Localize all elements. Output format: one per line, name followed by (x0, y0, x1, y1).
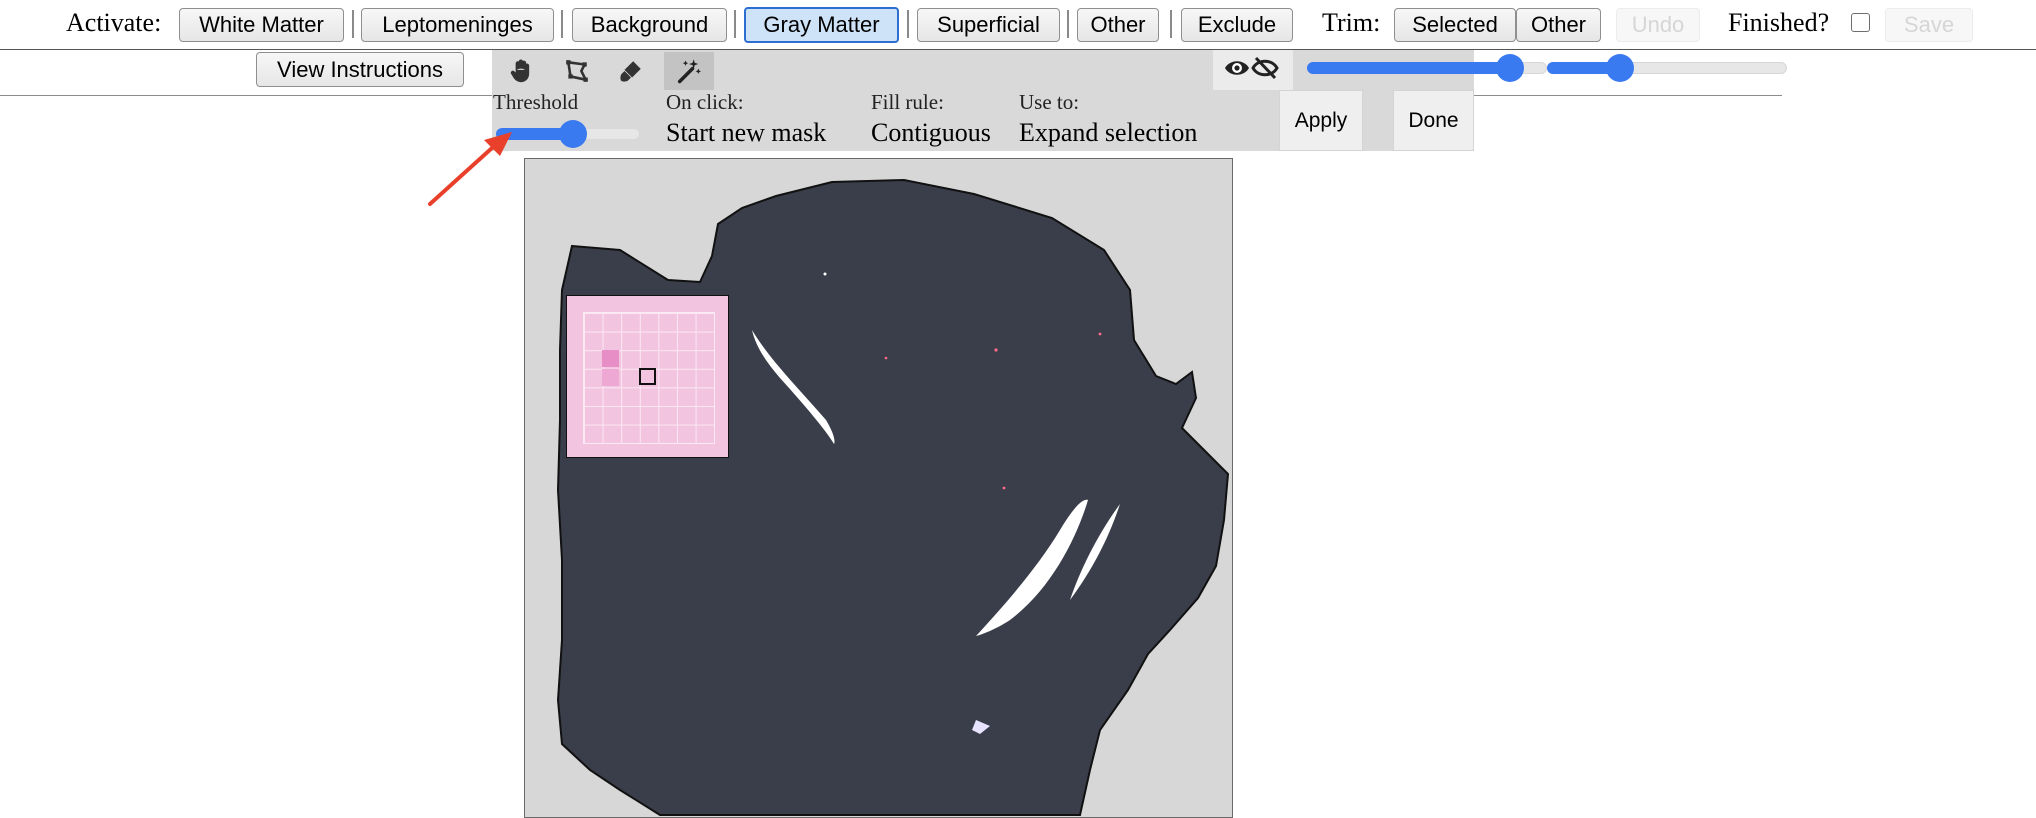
separator (352, 10, 354, 38)
gray-matter-button[interactable]: Gray Matter (744, 7, 899, 43)
finished-checkbox[interactable] (1851, 13, 1870, 32)
other-button[interactable]: Other (1077, 8, 1159, 42)
exclude-button[interactable]: Exclude (1181, 8, 1293, 42)
onclick-label: On click: (666, 90, 744, 114)
image-canvas[interactable] (524, 158, 1233, 818)
separator (1170, 10, 1172, 38)
trim-other-button[interactable]: Other (1516, 8, 1601, 42)
threshold-label: Threshold (493, 90, 579, 114)
separator (734, 10, 736, 38)
done-button[interactable]: Done (1393, 90, 1474, 151)
undo-button[interactable]: Undo (1616, 8, 1700, 42)
separator (1067, 10, 1069, 38)
visibility-toggle[interactable] (1222, 54, 1280, 82)
annotation-arrow (428, 132, 512, 206)
polygon-lasso-icon (566, 60, 588, 82)
magnifier-highlight-pixel (602, 369, 619, 386)
opacity-slider-2-thumb[interactable] (1606, 54, 1635, 82)
tissue-section (556, 178, 1230, 816)
trim-label: Trim: (1322, 8, 1381, 37)
separator (561, 10, 563, 38)
opacity-slider-1[interactable] (1307, 54, 1547, 82)
threshold-slider-thumb[interactable] (558, 120, 587, 148)
tool-brush[interactable] (610, 52, 652, 90)
tool-pan[interactable] (500, 52, 542, 90)
tool-magic-wand[interactable] (664, 52, 714, 90)
view-instructions-button[interactable]: View Instructions (256, 52, 464, 87)
finished-label: Finished? (1728, 8, 1830, 37)
background-button[interactable]: Background (572, 8, 727, 42)
pixel-magnifier (566, 295, 729, 458)
magnifier-highlight-pixel (602, 350, 619, 367)
activate-label: Activate: (66, 8, 162, 37)
superficial-button[interactable]: Superficial (917, 8, 1060, 42)
separator (907, 10, 909, 38)
eye-toggle-icon (1225, 56, 1279, 80)
magnifier-center-cursor (639, 368, 656, 385)
magic-wand-icon (677, 59, 702, 84)
tool-lasso[interactable] (556, 52, 598, 90)
fill-rule-label: Fill rule: (871, 90, 944, 114)
opacity-slider-1-fill (1307, 62, 1510, 74)
hand-pan-icon (510, 59, 530, 83)
leptomeninges-button[interactable]: Leptomeninges (361, 8, 554, 42)
apply-button[interactable]: Apply (1279, 90, 1363, 151)
use-to-label: Use to: (1019, 90, 1080, 114)
opacity-slider-2[interactable] (1547, 54, 1787, 82)
onclick-value[interactable]: Start new mask (666, 118, 826, 148)
brush-icon (620, 61, 641, 82)
white-matter-button[interactable]: White Matter (179, 8, 344, 42)
fill-rule-value[interactable]: Contiguous (871, 118, 991, 148)
trim-selected-button[interactable]: Selected (1394, 8, 1516, 42)
save-button[interactable]: Save (1885, 8, 1973, 42)
use-to-value[interactable]: Expand selection (1019, 118, 1197, 148)
opacity-slider-1-thumb[interactable] (1495, 54, 1524, 82)
